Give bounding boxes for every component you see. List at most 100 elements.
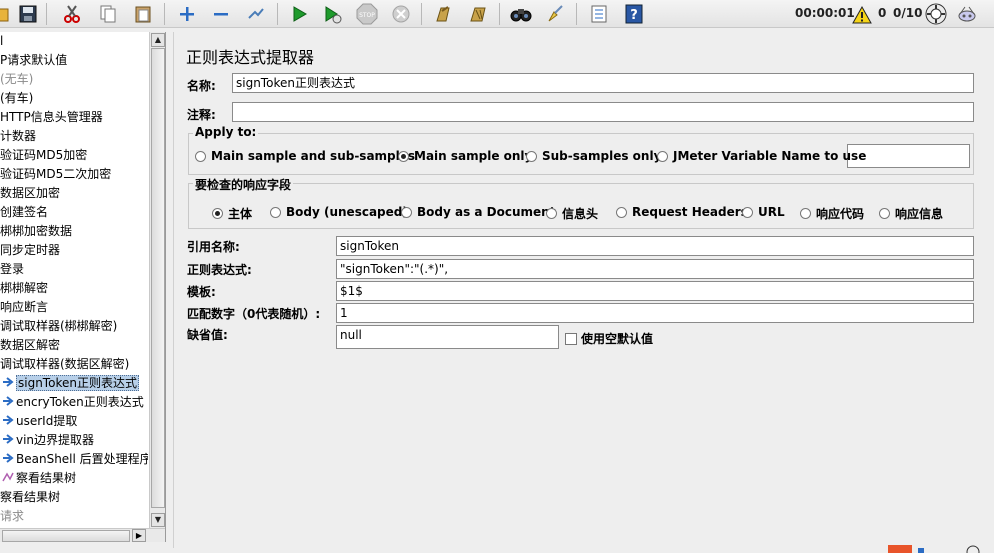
name-field[interactable]: signToken正则表达式 bbox=[232, 73, 974, 93]
collapse-icon[interactable] bbox=[209, 2, 233, 26]
clear-all-icon[interactable] bbox=[466, 2, 490, 26]
start-no-pause-icon[interactable] bbox=[320, 2, 344, 26]
scroll-right-arrow[interactable]: ▶ bbox=[132, 529, 146, 542]
tree-item[interactable]: (有车) bbox=[0, 89, 33, 108]
tree-item[interactable]: 请求 bbox=[0, 507, 24, 526]
hscroll-thumb[interactable] bbox=[2, 530, 130, 542]
tree-item[interactable]: 察看结果树 bbox=[2, 469, 76, 488]
radio-dot[interactable] bbox=[195, 150, 206, 162]
tree-view: l P请求默认值 (无车) (有车) HTTP信息头管理器 计数器 验证码MD5加密 验证码M… bbox=[0, 32, 148, 528]
tree-item[interactable]: vin边界提取器 bbox=[2, 431, 94, 450]
tree-item[interactable]: BeanShell 后置处理程序 bbox=[2, 450, 148, 469]
tree-item[interactable]: 响应断言 bbox=[0, 298, 48, 317]
warning-count: 0 bbox=[878, 6, 887, 20]
paste-icon[interactable] bbox=[131, 2, 155, 26]
function-helper-icon[interactable] bbox=[587, 2, 611, 26]
response-field-radio-5[interactable]: URL bbox=[742, 205, 785, 219]
tree-item-label: 梆梆加密数据 bbox=[0, 224, 73, 238]
template-field[interactable]: $1$ bbox=[336, 281, 974, 301]
tree-item[interactable]: 调试取样器(数据区解密) bbox=[0, 355, 129, 374]
radio-dot[interactable] bbox=[879, 208, 890, 219]
name-label: 名称: bbox=[187, 79, 216, 93]
response-field-radio-7[interactable]: 响应信息 bbox=[879, 205, 943, 222]
radio-dot[interactable] bbox=[742, 206, 753, 218]
default-value-field[interactable]: null bbox=[336, 325, 559, 349]
regex-field[interactable]: "signToken":"(.*)", bbox=[336, 259, 974, 279]
tree-item[interactable]: encryToken正则表达式 bbox=[2, 393, 144, 412]
radio-dot[interactable] bbox=[401, 206, 412, 218]
toggle-icon[interactable] bbox=[244, 2, 268, 26]
save-icon[interactable] bbox=[16, 2, 40, 26]
tree-item-selected[interactable]: signToken正则表达式 bbox=[2, 374, 139, 393]
start-icon[interactable] bbox=[287, 2, 311, 26]
checkbox-box[interactable] bbox=[565, 332, 577, 345]
tree-item[interactable]: 验证码MD5二次加密 bbox=[0, 165, 111, 184]
radio-dot[interactable] bbox=[526, 150, 537, 162]
radio-dot[interactable] bbox=[657, 150, 668, 162]
response-field-radio-6[interactable]: 响应代码 bbox=[800, 205, 864, 222]
tree-item[interactable]: l bbox=[0, 32, 3, 51]
post-processor-icon bbox=[2, 432, 14, 444]
tree-item-label: 调试取样器(数据区解密) bbox=[0, 357, 130, 371]
cut-icon[interactable] bbox=[60, 2, 84, 26]
copy-icon[interactable] bbox=[96, 2, 120, 26]
scroll-down-arrow[interactable]: ▼ bbox=[151, 513, 165, 527]
tree-item-label: (有车) bbox=[0, 91, 34, 105]
tree-item[interactable]: 察看结果树 bbox=[0, 488, 60, 507]
help-icon[interactable]: ? bbox=[622, 2, 646, 26]
apply-to-radio-1[interactable]: Main sample only bbox=[398, 149, 532, 163]
radio-dot[interactable] bbox=[270, 206, 281, 218]
radio-label: 响应代码 bbox=[816, 207, 865, 221]
response-field-radio-1[interactable]: Body (unescaped) bbox=[270, 205, 408, 219]
tree-item[interactable]: userId提取 bbox=[2, 412, 77, 431]
match-no-field[interactable]: 1 bbox=[336, 303, 974, 323]
tree-horizontal-scrollbar[interactable]: ▶ bbox=[0, 528, 165, 542]
tree-item-label: BeanShell 后置处理程序 bbox=[16, 452, 148, 466]
apply-to-radio-0[interactable]: Main sample and sub-samples bbox=[195, 149, 415, 163]
radio-dot[interactable] bbox=[398, 150, 409, 162]
radio-dot[interactable] bbox=[616, 206, 627, 218]
tree-item[interactable]: HTTP信息头管理器 bbox=[0, 108, 103, 127]
open-icon[interactable] bbox=[0, 2, 12, 26]
tree-item[interactable]: 梆梆解密 bbox=[0, 279, 48, 298]
comment-field[interactable] bbox=[232, 102, 974, 122]
reset-search-icon[interactable] bbox=[543, 2, 567, 26]
tree-item[interactable]: 数据区加密 bbox=[0, 184, 60, 203]
shutdown-icon[interactable] bbox=[389, 2, 413, 26]
response-field-radio-4[interactable]: Request Headers bbox=[616, 205, 748, 219]
warning-icon[interactable] bbox=[850, 3, 874, 27]
scroll-up-arrow[interactable]: ▲ bbox=[151, 33, 165, 47]
tree-item[interactable]: (无车) bbox=[0, 70, 33, 89]
radio-label: 响应信息 bbox=[895, 207, 944, 221]
tree-item[interactable]: 创建签名 bbox=[0, 203, 48, 222]
search-icon[interactable] bbox=[509, 2, 533, 26]
response-field-radio-0[interactable]: 主体 bbox=[212, 205, 252, 222]
tree-item[interactable]: 同步定时器 bbox=[0, 241, 60, 260]
tree-item[interactable]: 梆梆加密数据 bbox=[0, 222, 72, 241]
listener-icon bbox=[2, 470, 14, 482]
scroll-thumb[interactable] bbox=[151, 48, 165, 508]
tree-item[interactable]: 登录 bbox=[0, 260, 24, 279]
tree-item[interactable]: 计数器 bbox=[0, 127, 36, 146]
expand-icon[interactable] bbox=[175, 2, 199, 26]
log-viewer-icon[interactable] bbox=[955, 2, 979, 26]
response-field-radio-2[interactable]: Body as a Document bbox=[401, 205, 555, 219]
clear-icon[interactable] bbox=[431, 2, 455, 26]
tree-item[interactable]: 调试取样器(梆梆解密) bbox=[0, 317, 117, 336]
stop-icon[interactable]: STOP bbox=[355, 2, 379, 26]
radio-label: 主体 bbox=[228, 207, 253, 221]
apply-to-radio-2[interactable]: Sub-samples only bbox=[526, 149, 661, 163]
tree-item[interactable]: 数据区解密 bbox=[0, 336, 60, 355]
svg-text:?: ? bbox=[630, 8, 638, 23]
tree-item[interactable]: 验证码MD5加密 bbox=[0, 146, 87, 165]
response-field-radio-3[interactable]: 信息头 bbox=[546, 205, 598, 222]
radio-dot[interactable] bbox=[800, 208, 811, 219]
tree-item-label: (无车) bbox=[0, 72, 34, 86]
apply-to-radio-3[interactable]: JMeter Variable Name to use bbox=[657, 149, 866, 163]
tree-vertical-scrollbar[interactable]: ▲ ▼ bbox=[149, 32, 165, 528]
ref-name-field[interactable]: signToken bbox=[336, 236, 974, 256]
use-empty-default-checkbox[interactable]: 使用空默认值 bbox=[565, 330, 653, 347]
tree-item[interactable]: P请求默认值 bbox=[0, 51, 67, 70]
radio-dot[interactable] bbox=[212, 208, 223, 219]
radio-dot[interactable] bbox=[546, 208, 557, 219]
